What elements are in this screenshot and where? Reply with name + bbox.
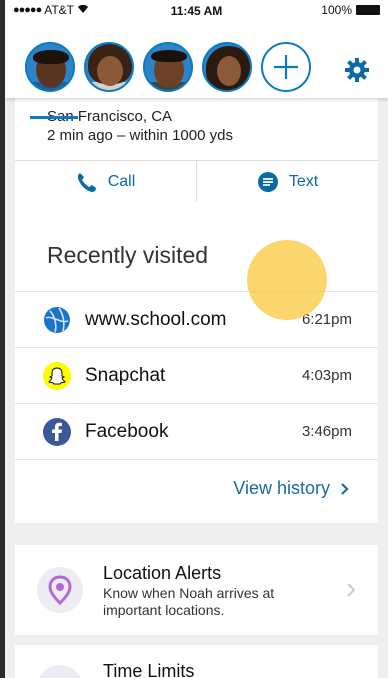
text-button[interactable]: Text	[196, 161, 378, 202]
visit-time: 6:21pm	[301, 311, 352, 328]
avatar-list	[25, 42, 311, 92]
add-member-button[interactable]	[261, 42, 311, 92]
avatar[interactable]	[84, 42, 134, 92]
chevron-right-icon	[346, 581, 356, 604]
alerts-title: Location Alerts	[103, 563, 222, 583]
avatar[interactable]	[143, 42, 193, 92]
clock-icon	[37, 665, 83, 678]
location-time: 2 min ago – within 1000 yds	[47, 127, 233, 144]
selected-avatar-indicator	[30, 116, 78, 119]
call-button[interactable]: Call	[15, 161, 196, 202]
tap-indicator	[247, 240, 327, 320]
avatar[interactable]	[202, 42, 252, 92]
time-limits-card[interactable]: Time Limits	[15, 645, 378, 678]
list-item[interactable]: Facebook 3:46pm	[15, 403, 378, 459]
location-alerts-card[interactable]: Location Alerts Know when Noah arrives a…	[15, 545, 378, 635]
section-title: Recently visited	[47, 242, 209, 268]
plus-icon	[274, 55, 298, 79]
list-item[interactable]: Snapchat 4:03pm	[15, 347, 378, 403]
app-name: Snapchat	[85, 364, 166, 386]
status-bar: ●●●●● AT&T 11:45 AM 100%	[5, 0, 388, 20]
view-history-row: View history	[15, 459, 378, 519]
visit-time: 3:46pm	[301, 423, 352, 440]
chevron-right-icon	[341, 482, 349, 495]
family-header	[5, 20, 388, 119]
phone-icon	[77, 172, 96, 192]
snapchat-icon	[43, 361, 71, 390]
avatar[interactable]	[25, 42, 75, 92]
time-limits-title: Time Limits	[103, 661, 195, 678]
status-time: 11:45 AM	[170, 4, 223, 18]
globe-icon	[43, 306, 71, 334]
list-item[interactable]: www.school.com 6:21pm	[15, 291, 378, 347]
location-actions: Call Text	[15, 160, 378, 202]
phone-screen: ●●●●● AT&T 11:45 AM 100% San Francisco, …	[5, 0, 388, 678]
view-history-label: View history	[233, 478, 330, 498]
location-pin-icon	[37, 567, 83, 613]
recent-list: www.school.com 6:21pm Snapchat 4:03pm Fa…	[15, 291, 378, 519]
view-history-link[interactable]: View history	[233, 478, 350, 499]
alerts-description: Know when Noah arrives at important loca…	[103, 585, 275, 618]
call-label: Call	[107, 172, 136, 190]
text-label: Text	[288, 172, 319, 190]
app-name: Facebook	[85, 420, 169, 442]
facebook-icon	[43, 417, 71, 446]
chat-icon	[257, 171, 278, 192]
gear-icon[interactable]	[344, 57, 370, 88]
visit-time: 4:03pm	[301, 367, 352, 384]
